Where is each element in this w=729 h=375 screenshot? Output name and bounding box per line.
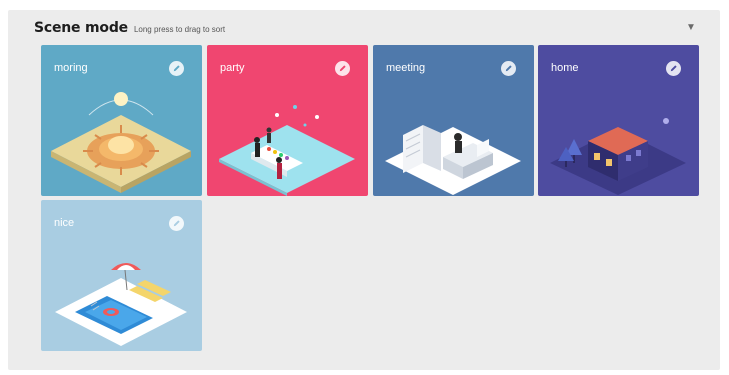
scene-card-label: moring bbox=[54, 62, 88, 74]
scene-mode-header: Scene mode Long press to drag to sort bbox=[34, 20, 225, 40]
meeting-illustration bbox=[385, 125, 521, 195]
pool-illustration bbox=[55, 263, 187, 346]
edit-icon[interactable] bbox=[666, 61, 681, 76]
edit-icon[interactable] bbox=[169, 61, 184, 76]
chevron-down-icon[interactable]: ▼ bbox=[684, 20, 698, 34]
scene-card-label: party bbox=[220, 62, 245, 74]
edit-icon[interactable] bbox=[335, 61, 350, 76]
scene-card-label: home bbox=[551, 62, 579, 74]
scene-card-party[interactable]: party bbox=[207, 45, 368, 196]
party-illustration bbox=[219, 105, 355, 196]
sort-hint: Long press to drag to sort bbox=[133, 25, 226, 34]
scene-card-moring[interactable]: moring bbox=[41, 45, 202, 196]
scene-card-label: meeting bbox=[386, 62, 426, 74]
scene-card-label: nice bbox=[54, 217, 75, 229]
edit-icon[interactable] bbox=[501, 61, 516, 76]
scene-card-nice[interactable]: nice bbox=[41, 200, 202, 351]
home-illustration bbox=[550, 118, 686, 195]
scene-card-meeting[interactable]: meeting bbox=[373, 45, 534, 196]
edit-icon[interactable] bbox=[169, 216, 184, 231]
scene-card-home[interactable]: home bbox=[538, 45, 699, 196]
sunrise-illustration bbox=[51, 92, 191, 193]
section-title: Scene mode bbox=[34, 20, 128, 36]
